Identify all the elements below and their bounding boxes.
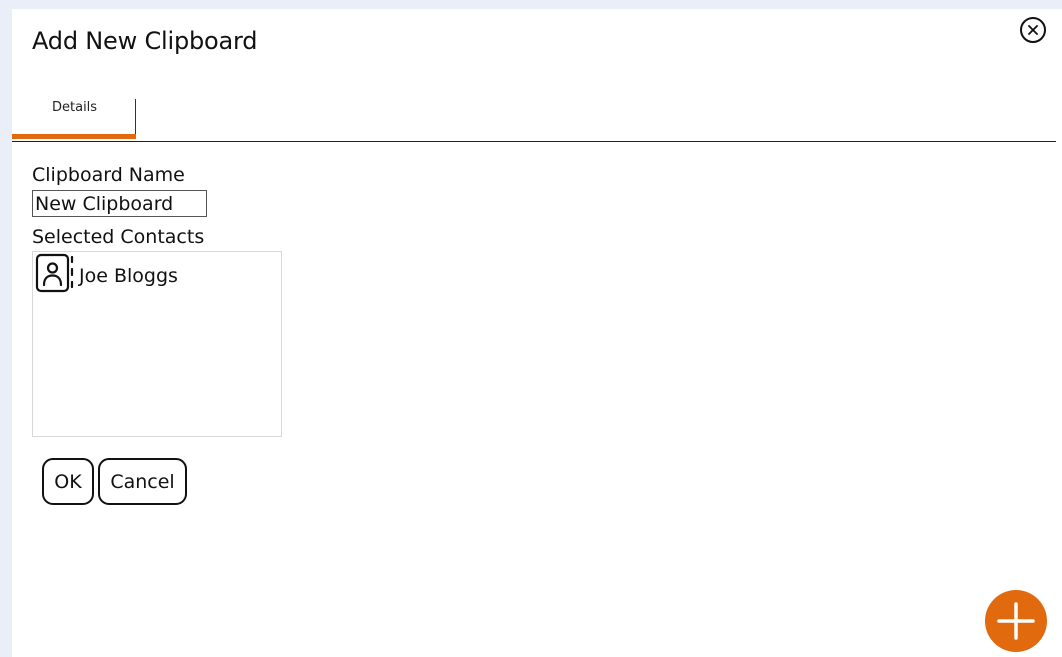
tab-bar: Details [12, 99, 1056, 142]
add-clipboard-dialog: Add New Clipboard Details Clipboard Name… [12, 9, 1062, 657]
cancel-button[interactable]: Cancel [98, 458, 187, 505]
tab-details[interactable]: Details [12, 99, 136, 139]
selected-contacts-label: Selected Contacts [32, 226, 205, 248]
contact-name: Joe Bloggs [79, 265, 178, 287]
active-tab-indicator [12, 134, 136, 139]
contact-card-icon [35, 253, 74, 293]
close-button[interactable] [1020, 17, 1046, 43]
clipboard-name-label: Clipboard Name [32, 164, 185, 186]
ok-button[interactable]: OK [42, 458, 94, 505]
list-item[interactable]: Joe Bloggs [35, 253, 178, 293]
clipboard-name-input[interactable] [32, 190, 207, 217]
dialog-title: Add New Clipboard [32, 27, 258, 55]
selected-contacts-list[interactable]: Joe Bloggs [32, 251, 282, 437]
add-fab-button[interactable] [985, 590, 1047, 652]
tab-details-label: Details [52, 100, 98, 115]
plus-icon [997, 602, 1035, 640]
close-icon [1028, 25, 1038, 35]
